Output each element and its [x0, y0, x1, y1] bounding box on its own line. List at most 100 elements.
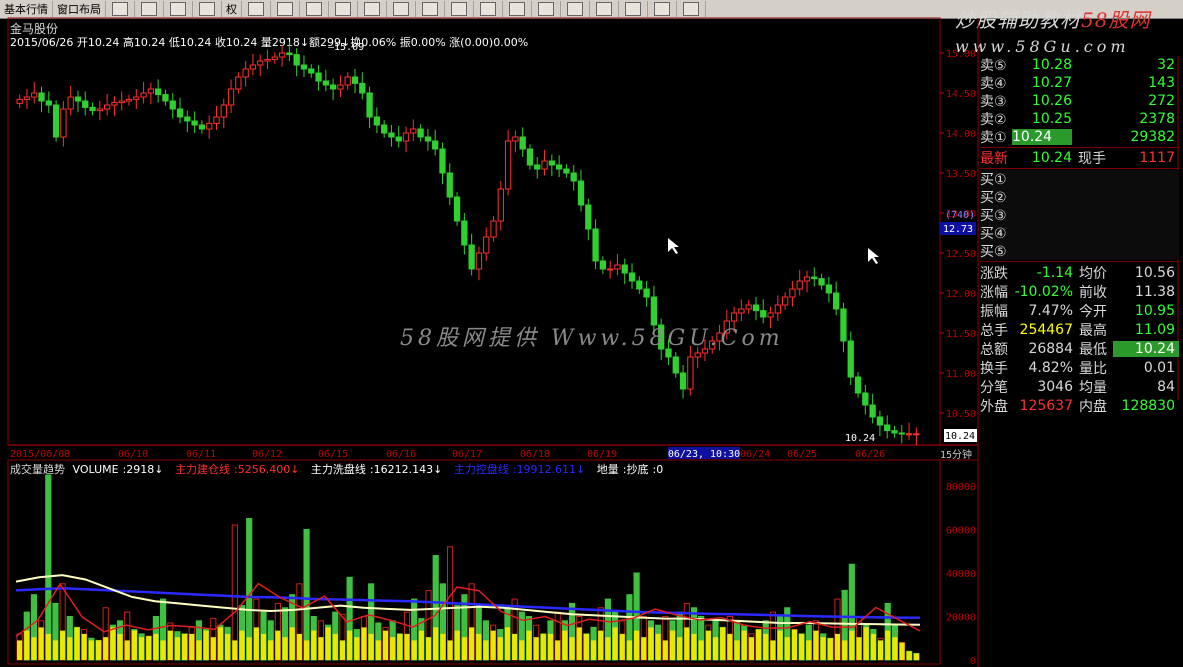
volume-base-bar [225, 633, 231, 660]
candle-body [278, 52, 286, 58]
volume-bar [870, 629, 877, 661]
candle-body [483, 236, 490, 254]
toolbar-tool-icon-9[interactable] [474, 1, 503, 17]
price-tick-label: 12.00 [946, 289, 976, 300]
volume-base-bar [469, 627, 475, 660]
volume-base-bar [31, 637, 37, 660]
candle-body [23, 96, 31, 100]
volume-bar [733, 620, 741, 661]
candle-body [82, 100, 89, 108]
candle-body [388, 132, 395, 138]
toolbar-layout-button[interactable]: 窗口布局 [53, 1, 106, 17]
volume-bar [446, 546, 454, 661]
volume-base-bar [440, 633, 446, 660]
wash-line [15, 574, 921, 626]
candle-body [679, 372, 687, 390]
candle-body [242, 68, 249, 78]
volume-base-bar [605, 637, 611, 660]
toolbar-tool-icon-3[interactable] [300, 1, 329, 17]
toolbar-tool-icon-1[interactable] [242, 1, 271, 17]
candle-body [249, 64, 257, 70]
volume-bar [518, 611, 525, 661]
toolbar-tool-icon-7[interactable] [416, 1, 445, 17]
candle-body [373, 116, 381, 126]
volume-bar [131, 629, 138, 661]
candles [16, 41, 920, 445]
toolbar-crosshair-icon[interactable] [164, 1, 193, 17]
volume-base-bar [461, 637, 467, 660]
volume-base-bar [612, 627, 618, 660]
toolbar-tool-icon-2[interactable] [271, 1, 300, 17]
volume-base-bar [504, 627, 511, 660]
quote-stat-row: 外盘 125637 内盘 128830 [980, 396, 1179, 415]
toolbar-draw-icon[interactable] [648, 1, 677, 17]
last-price-box [944, 429, 977, 442]
volume-base-bar [232, 640, 238, 660]
volume-bar [497, 629, 504, 661]
volume-base-bar [425, 637, 432, 660]
volume-bar [669, 620, 676, 661]
toolbar-folder-icon[interactable] [106, 1, 135, 17]
toolbar-chart-icon[interactable] [135, 1, 164, 17]
candle-body [475, 252, 483, 270]
volume-base-bar [318, 637, 324, 660]
quote-sell-volume: 29382 [1130, 129, 1175, 145]
volume-base-bar [45, 633, 51, 660]
volume-bar [590, 626, 597, 661]
volume-bar [368, 583, 375, 661]
volume-bar [769, 611, 777, 661]
candle-body [789, 288, 796, 298]
volume-base-bar [497, 637, 503, 660]
stat-value-2: 10.56 [1134, 264, 1175, 281]
volume-base-bar [418, 630, 424, 660]
date-tick-label: 06/25 [787, 449, 817, 460]
quote-sell-price: 10.28 [1031, 57, 1072, 73]
candle-body [300, 64, 308, 70]
toolbar-tool-icon-8[interactable] [445, 1, 474, 17]
volume-bar [834, 598, 841, 661]
volume-base-bar [648, 627, 654, 660]
volume-base-bar [863, 627, 869, 660]
candle-body [847, 340, 854, 378]
toolbar-tool-icon-10[interactable] [503, 1, 532, 17]
quote-stat-row: 分笔 3046 均量 84 [980, 377, 1179, 396]
volume-base-bar [433, 627, 439, 660]
candle-body [439, 148, 446, 174]
volume-bar [303, 528, 310, 661]
volume-bar [411, 598, 418, 661]
volume-base-bar [892, 637, 898, 660]
volume-base-bar [210, 637, 216, 660]
toolbar-tool-icon-13[interactable] [590, 1, 619, 17]
quote-sell-price: 10.24 [1012, 129, 1072, 145]
toolbar-market-button[interactable]: 基本行情 [0, 1, 53, 17]
volume-bar [690, 607, 698, 661]
date-tick-label: 06/10 [118, 449, 148, 460]
volume-base-bar [354, 637, 360, 660]
toolbar-tool-icon-11[interactable] [532, 1, 561, 17]
quote-stat-row: 涨幅 -10.02% 前收 11.38 [980, 282, 1179, 301]
toolbar-tool-icon-5[interactable] [358, 1, 387, 17]
volume-bar [188, 626, 195, 661]
candle-body [322, 80, 329, 86]
candle-body [351, 76, 359, 84]
toolbar-window-icon[interactable] [193, 1, 222, 17]
candle-body [497, 188, 504, 222]
volume-bar [719, 626, 726, 661]
toolbar-rights-button[interactable]: 权 [222, 1, 242, 17]
quote-sell-price: 10.27 [1031, 75, 1072, 91]
volume-base-bar [289, 627, 295, 660]
toolbar-tool-icon-12[interactable] [561, 1, 590, 17]
volume-base-bar [641, 637, 647, 660]
volume-base-bar [411, 640, 417, 660]
quote-buy-row: 买③ [980, 206, 1179, 224]
candle-body [446, 172, 453, 198]
toolbar-grid-icon[interactable] [677, 1, 706, 17]
toolbar-tool-icon-6[interactable] [387, 1, 416, 17]
volume-bar [798, 633, 805, 661]
volume-bars [16, 474, 920, 661]
toolbar-tool-icon-14[interactable] [619, 1, 648, 17]
volume-base-bar [619, 633, 625, 660]
candle-body [767, 312, 774, 318]
toolbar-tool-icon-4[interactable] [329, 1, 358, 17]
volume-base-bar [834, 633, 841, 660]
